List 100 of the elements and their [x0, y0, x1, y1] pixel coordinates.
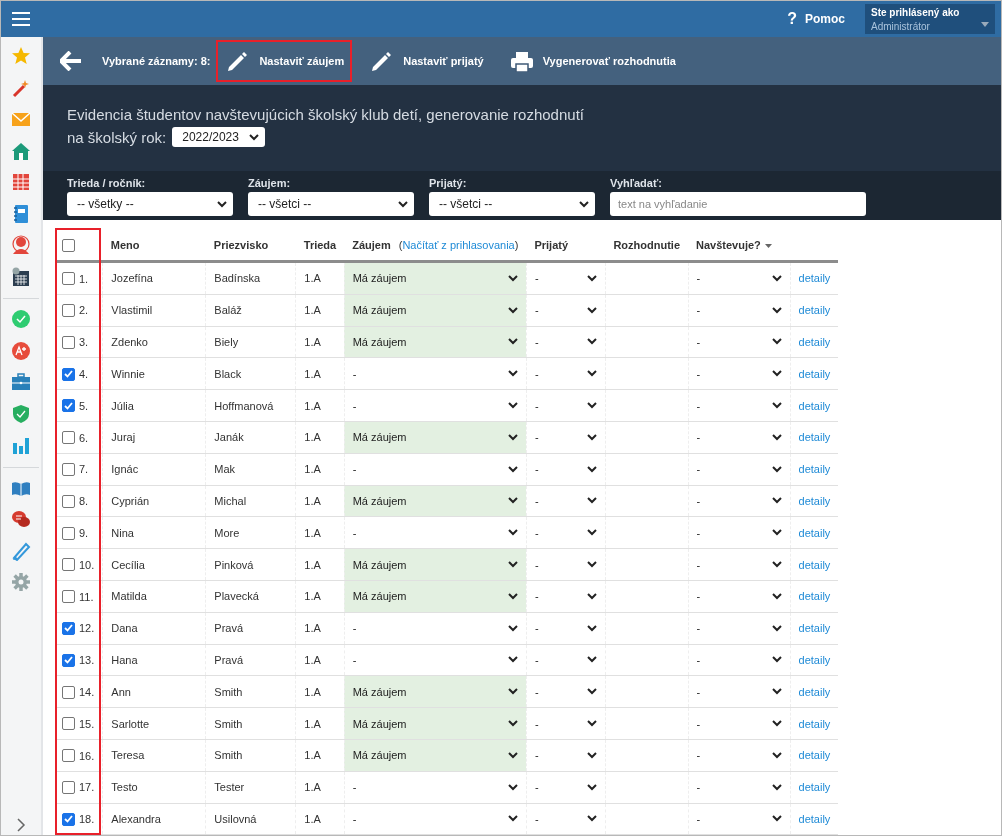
expand-icon[interactable] — [16, 818, 26, 832]
person-icon[interactable] — [11, 235, 31, 255]
details-link[interactable]: detaily — [798, 717, 831, 730]
checkbox[interactable] — [62, 526, 75, 540]
load-link[interactable]: Načítať z prihlasovania — [402, 239, 515, 251]
checkbox[interactable] — [62, 749, 75, 763]
dropdown[interactable]: - — [696, 812, 782, 825]
checkbox[interactable] — [62, 717, 75, 731]
dropdown[interactable]: Má záujem — [352, 558, 518, 571]
details-link[interactable]: detaily — [798, 304, 831, 317]
dropdown[interactable]: - — [534, 717, 597, 730]
dropdown[interactable]: - — [352, 622, 518, 635]
toolbar-button[interactable]: Nastaviť záujem — [216, 40, 353, 82]
details-link[interactable]: detaily — [798, 494, 831, 507]
dropdown[interactable]: - — [696, 494, 782, 507]
checkbox[interactable] — [62, 399, 75, 413]
details-link[interactable]: detaily — [798, 685, 831, 698]
dropdown[interactable]: - — [534, 399, 597, 412]
dropdown[interactable]: - — [352, 367, 518, 380]
house-icon[interactable] — [11, 140, 31, 161]
checkbox[interactable] — [62, 812, 75, 826]
toolbar-button[interactable]: Nastaviť prijatý — [360, 40, 492, 82]
dropdown[interactable]: - — [534, 685, 597, 698]
details-link[interactable]: detaily — [798, 749, 831, 762]
check-circle-icon[interactable] — [11, 309, 31, 329]
dropdown[interactable]: - — [534, 558, 597, 571]
dropdown[interactable]: - — [534, 336, 597, 348]
details-link[interactable]: detaily — [798, 590, 831, 603]
dropdown[interactable]: - — [696, 463, 782, 476]
checkbox[interactable] — [62, 304, 75, 317]
details-link[interactable]: detaily — [798, 272, 831, 285]
dropdown[interactable]: - — [696, 749, 782, 762]
dropdown[interactable]: - — [696, 336, 782, 348]
filter-select[interactable]: -- všetci -- — [429, 192, 595, 216]
pen-icon[interactable] — [11, 540, 31, 561]
dropdown[interactable]: - — [534, 749, 597, 762]
dropdown[interactable]: Má záujem — [352, 494, 518, 507]
dropdown[interactable]: - — [352, 812, 518, 825]
dropdown[interactable]: Má záujem — [352, 272, 518, 285]
dropdown[interactable]: - — [534, 526, 597, 539]
dropdown[interactable]: Má záujem — [352, 749, 518, 762]
dropdown[interactable]: - — [352, 781, 518, 794]
details-link[interactable]: detaily — [798, 399, 831, 412]
dropdown[interactable]: Má záujem — [352, 590, 518, 603]
dropdown[interactable]: - — [534, 653, 597, 666]
details-link[interactable]: detaily — [798, 463, 831, 476]
star-icon[interactable] — [11, 46, 31, 66]
dropdown[interactable]: - — [534, 622, 597, 635]
dropdown[interactable]: - — [696, 653, 782, 666]
column-header[interactable]: Navštevuje? — [688, 230, 791, 262]
dropdown[interactable]: Má záujem — [352, 336, 518, 348]
dropdown[interactable]: - — [534, 304, 597, 317]
checkbox[interactable] — [62, 653, 75, 667]
bar-chart-icon[interactable] — [11, 435, 31, 455]
dropdown[interactable]: - — [696, 304, 782, 317]
menu-icon[interactable] — [12, 12, 30, 26]
search-field[interactable]: text na vyhľadanie — [610, 192, 866, 216]
chat-bubbles-icon[interactable] — [11, 509, 31, 529]
checkbox[interactable] — [62, 494, 75, 508]
dropdown[interactable]: Má záujem — [352, 431, 518, 444]
details-link[interactable]: detaily — [798, 622, 831, 635]
checkbox[interactable] — [62, 462, 75, 476]
dropdown[interactable]: - — [696, 622, 782, 635]
shield-icon[interactable] — [11, 403, 31, 424]
details-link[interactable]: detaily — [798, 367, 831, 380]
checkbox[interactable] — [62, 238, 75, 252]
dropdown[interactable]: - — [352, 399, 518, 412]
grade-circle-icon[interactable] — [11, 340, 31, 361]
calendar-grid-icon[interactable] — [11, 172, 31, 192]
dropdown[interactable]: Má záujem — [352, 304, 518, 317]
dropdown[interactable]: - — [696, 558, 782, 571]
year-select[interactable]: 2022/2023 — [172, 127, 265, 147]
gear-icon[interactable] — [11, 572, 31, 592]
filter-select[interactable]: -- všetky -- — [67, 192, 233, 216]
dropdown[interactable]: - — [534, 463, 597, 476]
dropdown[interactable]: - — [534, 494, 597, 507]
checkbox[interactable] — [62, 685, 75, 699]
dropdown[interactable]: - — [352, 463, 518, 476]
details-link[interactable]: detaily — [798, 781, 831, 794]
dropdown[interactable]: - — [696, 272, 782, 285]
calendar-clock-icon[interactable] — [11, 266, 31, 287]
dropdown[interactable]: - — [534, 431, 597, 444]
checkbox[interactable] — [62, 621, 75, 635]
dropdown[interactable]: - — [534, 812, 597, 825]
details-link[interactable]: detaily — [798, 558, 831, 571]
checkbox[interactable] — [62, 558, 75, 572]
dropdown[interactable]: Má záujem — [352, 717, 518, 730]
dropdown[interactable]: - — [696, 685, 782, 698]
details-link[interactable]: detaily — [798, 653, 831, 666]
dropdown[interactable]: - — [696, 431, 782, 444]
dropdown[interactable]: - — [352, 526, 518, 539]
checkbox[interactable] — [62, 431, 75, 445]
dropdown[interactable]: - — [696, 590, 782, 603]
user-dropdown[interactable]: Ste prihlásený ako Administrátor — [865, 4, 995, 34]
dropdown[interactable]: - — [696, 367, 782, 380]
filter-select[interactable]: -- všetci -- — [248, 192, 414, 216]
details-link[interactable]: detaily — [798, 526, 831, 539]
dropdown[interactable]: - — [534, 781, 597, 794]
dropdown[interactable]: - — [696, 717, 782, 730]
dropdown[interactable]: - — [696, 526, 782, 539]
